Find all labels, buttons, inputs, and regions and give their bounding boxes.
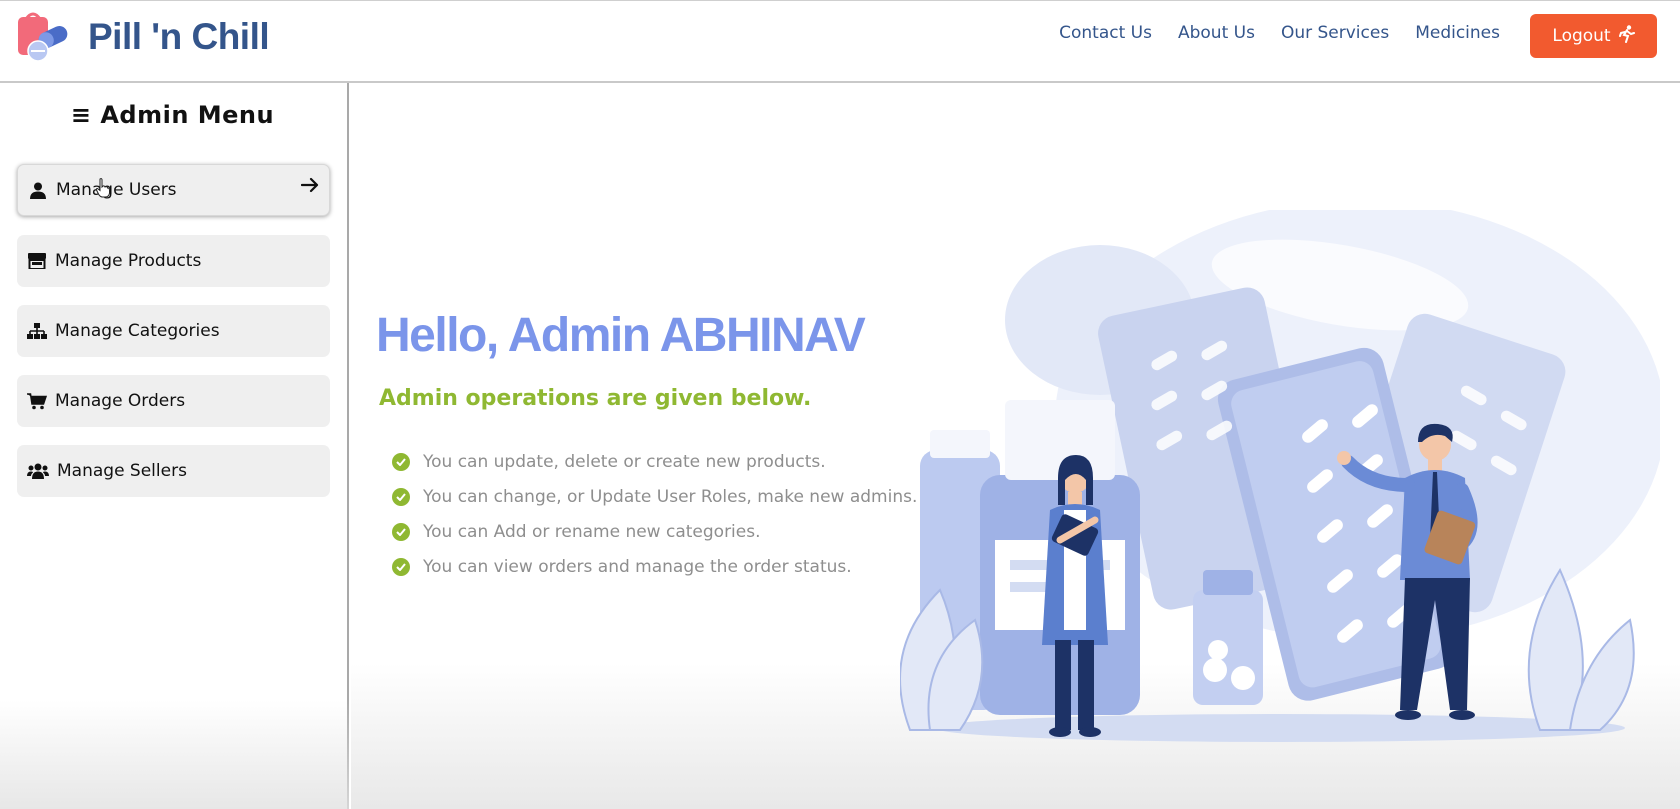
sidebar-item-manage-sellers[interactable]: Manage Sellers bbox=[17, 445, 330, 497]
sidebar-item-label: Manage Sellers bbox=[57, 461, 187, 481]
nav-our-services[interactable]: Our Services bbox=[1281, 23, 1389, 43]
sitemap-icon bbox=[27, 322, 47, 340]
brand-name: Pill 'n Chill bbox=[88, 16, 270, 57]
operations-list: You can update, delete or create new pro… bbox=[392, 444, 917, 584]
operation-text: You can update, delete or create new pro… bbox=[423, 451, 826, 472]
top-navbar: Pill 'n Chill Contact Us About Us Our Se… bbox=[0, 0, 1680, 83]
pill-bag-logo-icon bbox=[16, 11, 70, 63]
check-circle-icon bbox=[392, 557, 410, 576]
sidebar-item-label: Manage Orders bbox=[55, 391, 186, 411]
sidebar-item-label: Manage Categories bbox=[55, 321, 220, 341]
nav-medicines[interactable]: Medicines bbox=[1415, 23, 1500, 43]
list-item: You can Add or rename new categories. bbox=[392, 514, 917, 549]
list-item: You can update, delete or create new pro… bbox=[392, 444, 917, 479]
operations-subtitle: Admin operations are given below. bbox=[379, 386, 812, 411]
arrow-right-icon bbox=[300, 177, 319, 198]
brand[interactable]: Pill 'n Chill bbox=[16, 11, 270, 63]
operation-text: You can view orders and manage the order… bbox=[423, 556, 852, 577]
users-icon bbox=[27, 462, 49, 480]
check-circle-icon bbox=[392, 487, 410, 506]
pharmacy-illustration bbox=[899, 200, 1665, 755]
logout-button[interactable]: Logout bbox=[1530, 14, 1657, 58]
user-icon bbox=[28, 181, 48, 199]
main-nav: Contact Us About Us Our Services Medicin… bbox=[1059, 23, 1500, 43]
check-circle-icon bbox=[392, 522, 410, 541]
nav-contact-us[interactable]: Contact Us bbox=[1059, 23, 1152, 43]
logout-label: Logout bbox=[1552, 26, 1611, 46]
sidebar-bottom-fade bbox=[0, 700, 349, 809]
sidebar-item-manage-categories[interactable]: Manage Categories bbox=[17, 305, 330, 357]
sidebar-item-label: Manage Users bbox=[56, 180, 177, 200]
store-icon bbox=[27, 252, 47, 270]
sidebar-item-label: Manage Products bbox=[55, 251, 202, 271]
admin-menu-title: ≡ Admin Menu bbox=[70, 101, 275, 129]
check-circle-icon bbox=[392, 452, 410, 471]
running-person-icon bbox=[1618, 24, 1635, 48]
cart-icon bbox=[27, 392, 47, 410]
nav-about-us[interactable]: About Us bbox=[1178, 23, 1255, 43]
greeting-heading: Hello, Admin ABHINAV bbox=[376, 309, 866, 362]
list-item: You can change, or Update User Roles, ma… bbox=[392, 479, 917, 514]
operation-text: You can change, or Update User Roles, ma… bbox=[423, 486, 918, 507]
sidebar-item-manage-orders[interactable]: Manage Orders bbox=[17, 375, 330, 427]
operation-text: You can Add or rename new categories. bbox=[423, 521, 761, 542]
hand-cursor-icon bbox=[95, 178, 110, 203]
list-item: You can view orders and manage the order… bbox=[392, 549, 917, 584]
sidebar-item-manage-products[interactable]: Manage Products bbox=[17, 235, 330, 287]
sidebar-item-manage-users[interactable]: Manage Users bbox=[17, 164, 330, 216]
